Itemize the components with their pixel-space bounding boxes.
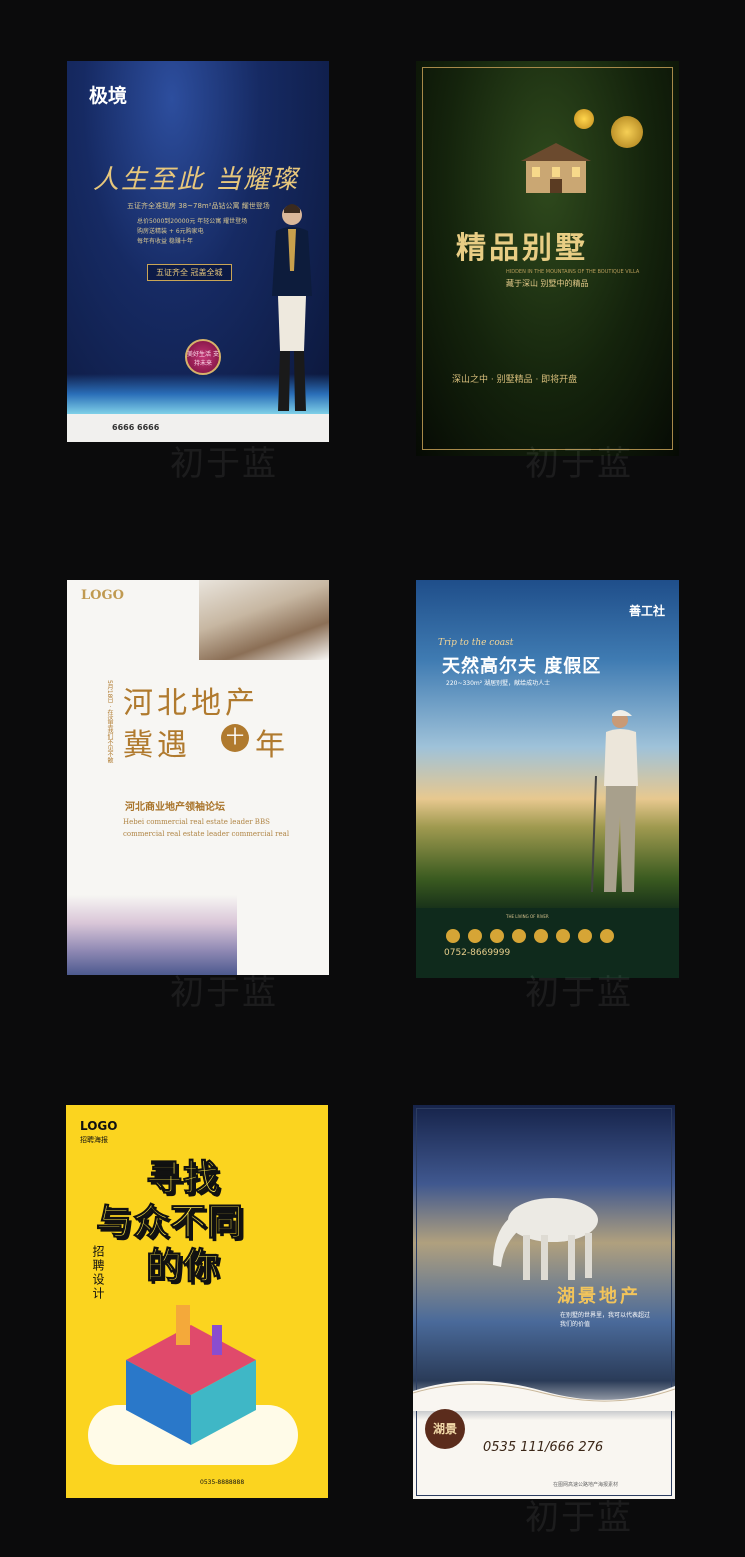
poster-slogan: 深山之中 · 别墅精品 · 即将开盘	[452, 375, 578, 385]
poster-badge: 五证齐全 冠盖全城	[147, 264, 232, 281]
poster-logo: 善工社	[628, 604, 665, 618]
feature-icon	[556, 929, 570, 943]
poster-phone: 6666 6666	[112, 423, 160, 432]
poster-golf[interactable]: 善工社 Trip to the coast 天然高尔夫 度假区 220~330m…	[416, 580, 679, 978]
poster-river-label: THE LIVING OF RIVER	[506, 914, 549, 919]
city-skyline-image	[67, 895, 237, 975]
poster-en-1: Hebei commercial real estate leader BBS	[123, 818, 270, 826]
watermark: 初于蓝	[170, 973, 278, 1013]
golfer-icon	[591, 710, 638, 893]
poster-phone: 0752-8669999	[444, 948, 511, 958]
poster-line: 购房送精装 + 6元购家电	[137, 228, 204, 235]
poster-subtitle-2: 我们的价值	[560, 1321, 591, 1328]
feature-icon	[490, 929, 504, 943]
poster-phone: 0535 111/666 276	[483, 1440, 604, 1455]
poster-logo-sub: 招聘海报	[80, 1136, 108, 1144]
poster-title-3: 年	[255, 728, 285, 763]
poster-subtitle-1: 在别墅的世界里，我可以代表超过	[560, 1312, 651, 1319]
poster-recruit[interactable]: LOGO 招聘海报 寻找 与众不同 的你 招聘设计 0535-8888888	[66, 1105, 328, 1498]
poster-title: 湖景地产	[557, 1286, 641, 1307]
feature-icon	[468, 929, 482, 943]
poster-line: 每年有收益 稳赚十年	[137, 238, 193, 245]
poster-subtitle: 五证齐全准现房 38~78m²品钻公寓 耀世登场	[127, 202, 270, 210]
poster-villa[interactable]: 精品别墅 HIDDEN IN THE MOUNTAINS OF THE BOUT…	[416, 61, 679, 456]
poster-en-2: commercial real estate leader commercial…	[123, 830, 290, 838]
poster-vertical-text: 招聘设计	[91, 1245, 105, 1301]
ten-badge: 十	[221, 724, 249, 752]
watermark: 初于蓝	[525, 1498, 633, 1538]
watermark: 初于蓝	[170, 444, 278, 484]
poster-en: HIDDEN IN THE MOUNTAINS OF THE BOUTIQUE …	[506, 269, 640, 275]
poster-seal: 湖景	[425, 1409, 465, 1449]
poster-line: 总价5000到20000元 年轻公寓 耀世登场	[137, 218, 248, 225]
poster-address: 在图网高速公路地产海报素材	[553, 1482, 619, 1488]
feature-icon	[512, 929, 526, 943]
poster-jijing[interactable]: 极境 人生至此 当耀璨 五证齐全准现房 38~78m²品钻公寓 耀世登场 总价5…	[67, 61, 329, 442]
nobleman-figure-icon	[272, 204, 312, 411]
wave-decoration	[413, 1381, 675, 1411]
watermark: 初于蓝	[525, 973, 633, 1013]
poster-subtitle: 藏于深山 别墅中的精品	[506, 279, 589, 288]
poster-title-2: 冀遇	[123, 728, 191, 763]
feature-icon	[578, 929, 592, 943]
flower-icon	[574, 109, 594, 129]
feature-icon	[600, 929, 614, 943]
poster-seal: 美好生活 支持未来	[185, 339, 221, 375]
poster-title: 河北地产	[123, 686, 259, 721]
poster-title: 精品别墅	[456, 231, 588, 266]
watermark: 初于蓝	[525, 444, 633, 484]
poster-date: 5月18日 · 在这里我们不见不散	[106, 680, 113, 764]
headline-3: 的你	[145, 1246, 221, 1288]
poster-logo: LOGO	[81, 588, 124, 603]
feature-icon	[446, 929, 460, 943]
horse-icon	[493, 1198, 598, 1280]
poster-logo: LOGO	[80, 1119, 118, 1133]
poster-title: 人生至此 当耀璨	[93, 165, 300, 195]
isometric-city-icon	[126, 1305, 256, 1445]
poster-lake[interactable]: 湖景地产 在别墅的世界里，我可以代表超过 我们的价值 湖景 0535 111/6…	[413, 1105, 675, 1499]
rooftop-image	[199, 580, 329, 660]
poster-forum: 河北商业地产领袖论坛	[125, 802, 225, 813]
house-icon	[521, 143, 591, 193]
feature-icons	[446, 928, 622, 947]
poster-hebei[interactable]: LOGO 5月18日 · 在这里我们不见不散 河北地产 冀遇 十 年 河北商业地…	[67, 580, 329, 975]
feature-icon	[534, 929, 548, 943]
poster-script: Trip to the coast	[438, 638, 514, 648]
poster-subtitle: 220~330m² 湖居别墅，献给成功人士	[446, 680, 551, 687]
poster-phone: 0535-8888888	[200, 1479, 245, 1486]
poster-title: 天然高尔夫 度假区	[442, 656, 602, 677]
poster-logo: 极境	[89, 85, 128, 107]
flower-icon	[611, 116, 643, 148]
